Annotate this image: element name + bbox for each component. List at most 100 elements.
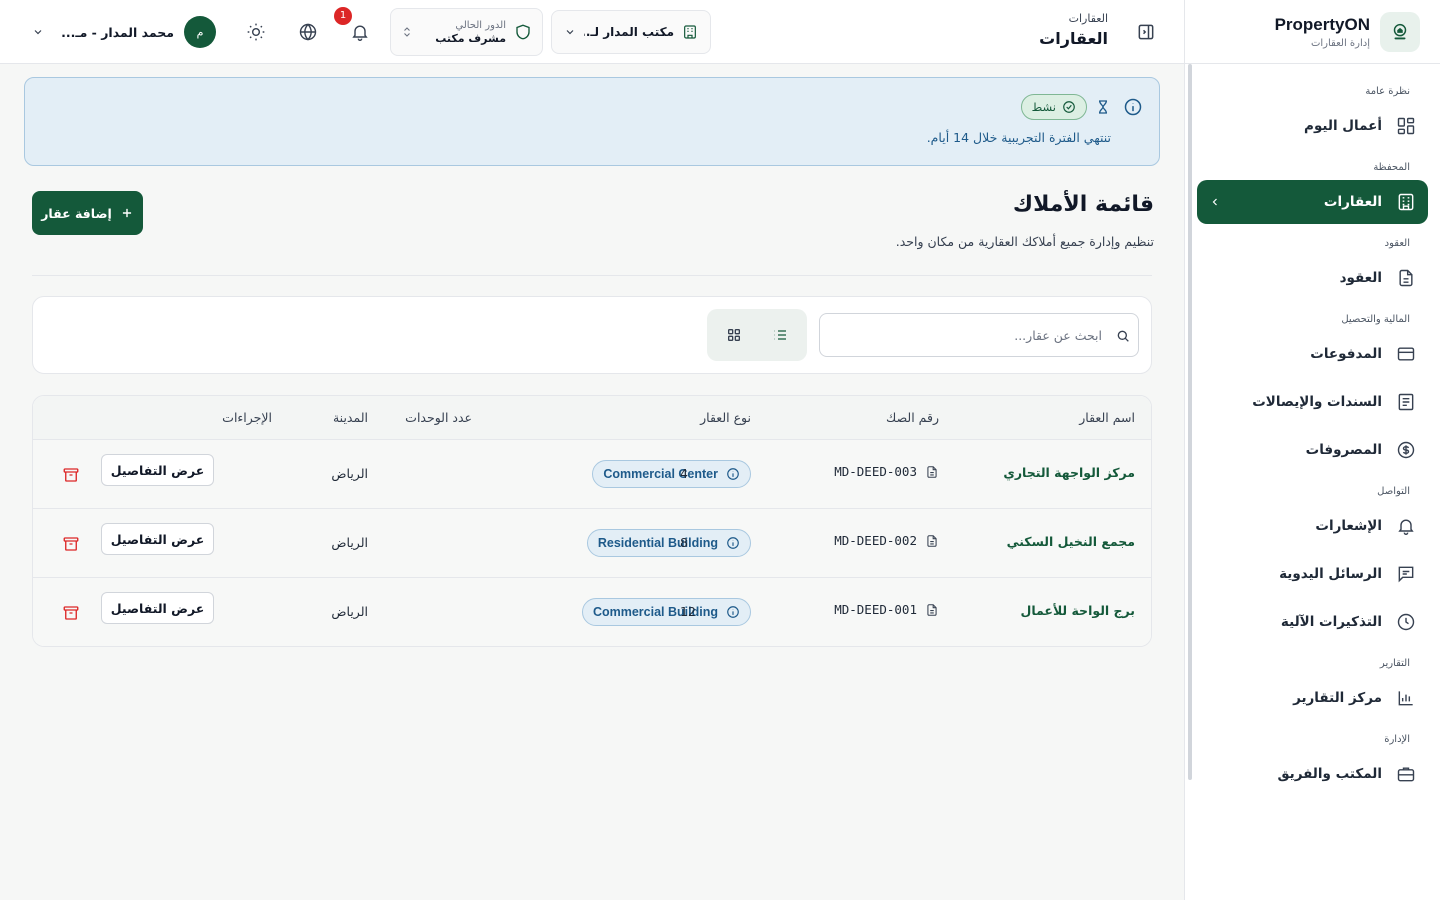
deed-cell: MD-DEED-003 [834, 464, 939, 479]
property-name-link[interactable]: مركز الواجهة التجاري [1003, 465, 1135, 480]
brand-subtitle: إدارة العقارات [1310, 37, 1370, 49]
notification-badge: 1 [334, 7, 352, 25]
units-count: 4 [680, 466, 688, 481]
deed-number: MD-DEED-001 [834, 602, 917, 617]
nav-group-finance: المالية والتحصيل [1341, 314, 1410, 325]
file-icon [927, 603, 937, 616]
view-details-button[interactable]: عرض التفاصيل [101, 454, 214, 486]
col-name[interactable]: اسم العقار [1079, 410, 1135, 425]
property-type-chip[interactable]: Commercial Center [592, 460, 751, 488]
sidebar-toggle-icon[interactable] [1136, 22, 1156, 42]
sidebar-item-manual-messages[interactable]: الرسائل اليدوية [1197, 552, 1428, 596]
view-toggle [707, 309, 807, 361]
sidebar-item-label: السندات والإيصالات [1252, 394, 1382, 410]
role-caption: الدور الحالي [455, 20, 506, 31]
globe-icon[interactable] [298, 22, 318, 42]
sidebar-scrollbar[interactable] [1188, 64, 1192, 780]
col-actions: الإجراءات [222, 410, 272, 425]
page-header-title: العقارات [1039, 29, 1108, 48]
status-badge-label: نشط [1031, 100, 1056, 114]
plus-icon [122, 208, 131, 218]
deed-cell: MD-DEED-001 [834, 602, 939, 617]
sidebar-item-receipts[interactable]: السندات والإيصالات [1197, 380, 1428, 424]
deed-cell: MD-DEED-002 [834, 533, 939, 548]
brand[interactable]: PropertyON إدارة العقارات [1185, 0, 1440, 64]
role-select[interactable]: الدور الحالي مشرف مكتب [390, 8, 543, 56]
property-name-link[interactable]: برج الواحة للأعمال [1020, 603, 1135, 618]
sidebar-item-auto-reminders[interactable]: التذكيرات الآلية [1197, 600, 1428, 644]
bell-icon[interactable] [350, 22, 370, 42]
header-titles: العقارات العقارات [1039, 12, 1108, 48]
nav-group-portfolio: المحفظة [1373, 162, 1410, 173]
sidebar-item-label: المصروفات [1305, 442, 1382, 458]
city: الرياض [331, 466, 368, 481]
col-units[interactable]: عدد الوحدات [405, 410, 472, 425]
info-icon [727, 606, 739, 618]
property-type-chip[interactable]: Residential Building [586, 529, 751, 557]
dollar-circle-icon [1397, 441, 1415, 459]
sidebar-item-notifications[interactable]: الإشعارات [1197, 504, 1428, 548]
sidebar-item-reports[interactable]: مركز التقارير [1197, 676, 1428, 720]
col-type[interactable]: نوع العقار [700, 410, 751, 425]
info-icon [1124, 98, 1142, 116]
shield-icon [516, 24, 530, 40]
deed-number: MD-DEED-003 [834, 464, 917, 479]
city: الرياض [331, 604, 368, 619]
city: الرياض [331, 535, 368, 550]
view-details-button[interactable]: عرض التفاصيل [101, 523, 214, 555]
sidebar-item-label: الرسائل اليدوية [1279, 566, 1382, 582]
sidebar-item-today[interactable]: أعمال اليوم [1197, 104, 1428, 148]
sidebar-item-label: العقارات [1323, 194, 1382, 210]
sidebar-item-expenses[interactable]: المصروفات [1197, 428, 1428, 472]
sidebar: PropertyON إدارة العقارات نظرة عامة أعما… [1184, 0, 1440, 900]
chevron-down-icon [34, 30, 42, 35]
view-details-button[interactable]: عرض التفاصيل [101, 592, 214, 624]
sidebar-item-label: الإشعارات [1315, 518, 1382, 534]
col-city[interactable]: المدينة [333, 410, 368, 425]
office-select[interactable]: مكتب المدار لـ... [551, 10, 711, 54]
nav-group-communication: التواصل [1377, 486, 1410, 497]
units-count: 12 [680, 604, 696, 619]
clock-icon [1397, 613, 1415, 631]
list-icon [774, 330, 786, 340]
trial-message: تنتهي الفترة التجريبية خلال 14 أيام. [926, 130, 1111, 145]
list-view-button[interactable] [760, 315, 800, 355]
user-menu[interactable]: م محمد المدار - مـ... [32, 14, 216, 50]
property-name-link[interactable]: مجمع النخيل السكني [1007, 534, 1135, 549]
units-count: 8 [680, 535, 688, 550]
sidebar-item-label: مركز التقارير [1293, 690, 1382, 706]
brand-name: PropertyON [1274, 14, 1370, 34]
sidebar-item-office-team[interactable]: المكتب والفريق [1197, 752, 1428, 796]
table-header: اسم العقار رقم الصك نوع العقار عدد الوحد… [33, 396, 1151, 440]
sidebar-item-properties[interactable]: العقارات [1197, 180, 1428, 224]
archive-icon[interactable] [62, 466, 80, 484]
table-row[interactable]: مجمع النخيل السكني MD-DEED-002 Residenti… [33, 509, 1151, 578]
col-deed[interactable]: رقم الصك [886, 410, 939, 425]
add-property-button[interactable]: إضافة عقار [32, 191, 143, 235]
page-subtitle: تنظيم وإدارة جميع أملاكك العقارية من مكا… [895, 234, 1154, 249]
table-row[interactable]: برج الواحة للأعمال MD-DEED-001 Commercia… [33, 578, 1151, 646]
chevron-left-icon [1212, 198, 1217, 206]
building-icon [684, 25, 696, 39]
info-icon [727, 537, 739, 549]
search-input[interactable] [819, 313, 1139, 357]
building-icon [1398, 193, 1414, 211]
file-icon [927, 534, 937, 547]
sidebar-item-payments[interactable]: المدفوعات [1197, 332, 1428, 376]
archive-icon[interactable] [62, 604, 80, 622]
main-content: نشط تنتهي الفترة التجريبية خلال 14 أيام.… [0, 64, 1184, 900]
sidebar-item-label: المدفوعات [1310, 346, 1382, 362]
archive-icon[interactable] [62, 535, 80, 553]
sidebar-nav: نظرة عامة أعمال اليوم المحفظة العقارات ا… [1185, 64, 1440, 796]
receipt-icon [1398, 393, 1414, 411]
property-type-chip[interactable]: Commercial Building [581, 598, 751, 626]
briefcase-icon [1397, 767, 1415, 782]
bell-icon [1398, 519, 1414, 535]
sidebar-item-label: أعمال اليوم [1304, 118, 1382, 134]
grid-view-button[interactable] [714, 315, 754, 355]
sun-icon[interactable] [246, 22, 266, 42]
search-icon [1117, 330, 1129, 342]
table-row[interactable]: مركز الواجهة التجاري MD-DEED-003 Commerc… [33, 440, 1151, 509]
sidebar-item-contracts[interactable]: العقود [1197, 256, 1428, 300]
user-name: محمد المدار - مـ... [61, 24, 174, 40]
